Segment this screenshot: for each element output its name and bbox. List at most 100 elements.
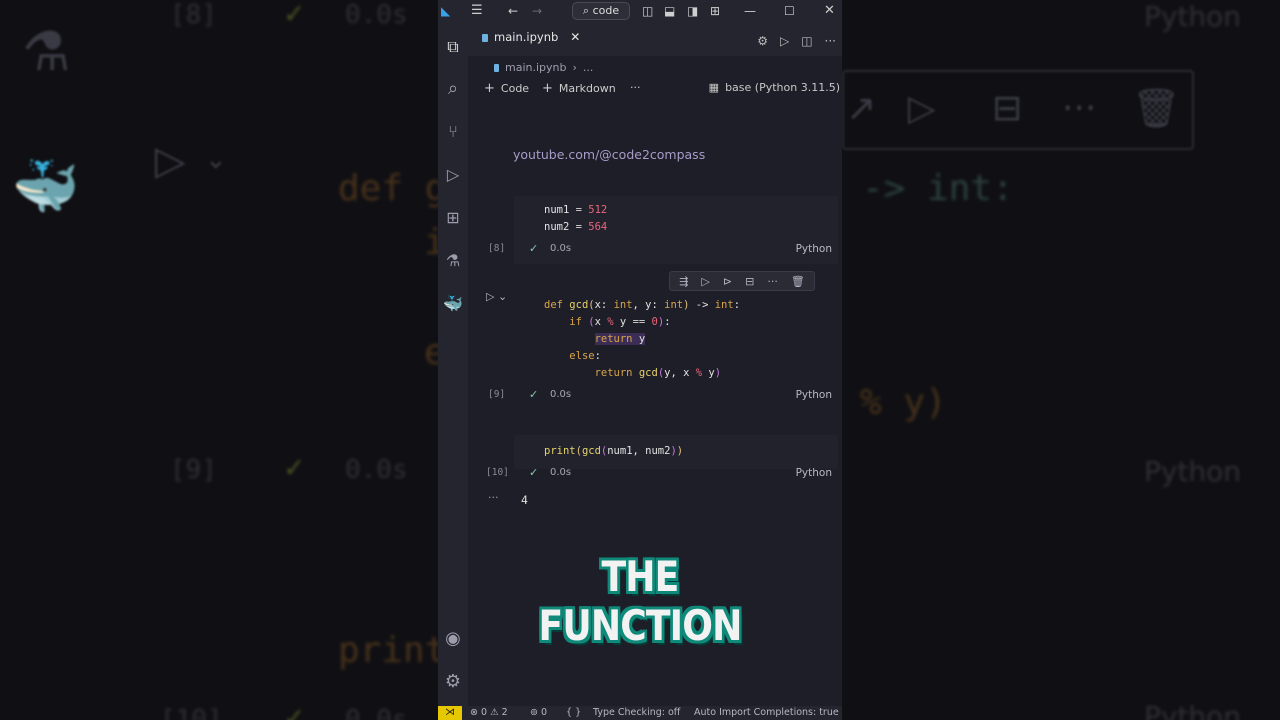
- maximize-icon[interactable]: ☐: [784, 3, 795, 19]
- breadcrumb: main.ipynb › ...: [494, 61, 593, 74]
- extensions-icon[interactable]: ⊞: [443, 208, 463, 228]
- kernel-picker[interactable]: ▦ base (Python 3.11.5): [709, 81, 840, 94]
- vscode-logo-icon: ◣: [441, 4, 451, 18]
- search-icon[interactable]: ⌕: [443, 79, 463, 99]
- plus-icon: +: [484, 81, 495, 96]
- toggle-primary-sidebar-icon[interactable]: ◫: [642, 3, 653, 19]
- language-status-braces[interactable]: { }: [566, 707, 581, 718]
- toggle-panel-icon[interactable]: ⬓: [664, 3, 675, 19]
- problems-indicator[interactable]: ⊗ 0 ⚠ 2: [470, 707, 508, 718]
- more-actions-icon[interactable]: ···: [825, 34, 836, 48]
- bg-flask-icon: ⚗: [22, 20, 71, 83]
- cell-output: 4: [521, 493, 528, 507]
- code-editor-2[interactable]: def gcd(x: int, y: int) -> int: if (x % …: [544, 297, 740, 382]
- settings-gear-icon[interactable]: ⚙: [757, 34, 768, 48]
- success-check-icon: ✓: [529, 242, 539, 255]
- bg-check-mid: ✓: [285, 450, 304, 485]
- add-code-label: Code: [500, 82, 530, 95]
- error-count: 0: [481, 707, 488, 718]
- bg-split-icon: ⊟: [992, 88, 1023, 129]
- bg-code-else: e: [424, 332, 438, 373]
- code-editor-1[interactable]: num1 = 512 num2 = 564: [544, 202, 607, 236]
- run-debug-icon[interactable]: ▷: [443, 165, 463, 185]
- bg-exec-count-bottom: [10]: [160, 705, 223, 720]
- run-all-icon[interactable]: ▷: [780, 34, 789, 48]
- code-cell-2[interactable]: def gcd(x: int, y: int) -> int: if (x % …: [514, 292, 838, 388]
- cell-language[interactable]: Python: [796, 243, 832, 255]
- success-check-icon: ✓: [529, 388, 539, 401]
- bg-run-above-icon: ↗: [846, 88, 877, 129]
- cell-1-status: [8] ✓ 0.0s Python: [438, 242, 842, 257]
- bg-exec-count-mid: [9]: [170, 455, 217, 485]
- ports-count: 0: [541, 707, 548, 718]
- split-cell-icon[interactable]: ⊟: [745, 275, 754, 288]
- background-right: Python ↗ ▷ ⊟ ··· 🗑 -> int: % y) Python P…: [842, 0, 1280, 720]
- accounts-icon[interactable]: ◉: [443, 629, 463, 649]
- bg-trash-icon: 🗑: [1132, 86, 1181, 130]
- code-cell-3[interactable]: print(gcd(num1, num2)): [514, 435, 838, 469]
- cell-3-status: [10] ✓ 0.0s Python: [438, 466, 842, 481]
- chevron-right-icon: ›: [572, 61, 577, 74]
- run-cell-icon[interactable]: ▷ ⌄: [486, 290, 507, 303]
- more-icon[interactable]: ···: [767, 275, 778, 288]
- code-editor-3[interactable]: print(gcd(num1, num2)): [544, 443, 683, 460]
- breadcrumb-file[interactable]: main.ipynb: [505, 61, 566, 74]
- bg-run-below-icon: ▷: [908, 88, 936, 129]
- kernel-icon: ▦: [708, 81, 720, 94]
- success-check-icon: ✓: [529, 466, 539, 479]
- kernel-label: base (Python 3.11.5): [725, 81, 840, 94]
- execute-above-icon[interactable]: ⇶: [679, 275, 688, 288]
- bg-run-icon: ▷: [155, 138, 186, 184]
- back-arrow-icon[interactable]: ←: [508, 3, 518, 19]
- add-markdown-cell-button[interactable]: + Markdown: [542, 81, 616, 96]
- bg-code-if: i: [424, 222, 438, 263]
- notebook-more-button[interactable]: ···: [630, 81, 641, 94]
- source-control-icon[interactable]: ⑂: [443, 122, 463, 142]
- ports-indicator[interactable]: ⊚ 0: [530, 707, 547, 718]
- toggle-secondary-sidebar-icon[interactable]: ◨: [687, 3, 698, 19]
- command-center[interactable]: ⌕ code: [572, 2, 630, 20]
- bg-lang-bottom: Python: [1144, 700, 1242, 720]
- remote-indicator-icon[interactable]: ⋊: [438, 706, 462, 720]
- explorer-icon[interactable]: ⧉: [443, 37, 463, 57]
- cell-language[interactable]: Python: [796, 467, 832, 479]
- add-code-cell-button[interactable]: + Code: [484, 81, 529, 96]
- bg-check-top: ✓: [285, 0, 304, 31]
- error-icon: ⊗: [470, 707, 478, 718]
- exec-count: [10]: [486, 467, 509, 478]
- bg-lang-mid: Python: [1144, 455, 1242, 488]
- execute-below-icon[interactable]: ⊳: [723, 275, 732, 288]
- execute-cell-below-icon[interactable]: ▷: [701, 275, 709, 288]
- close-window-icon[interactable]: ✕: [824, 3, 835, 19]
- plus-icon: +: [542, 81, 553, 96]
- command-center-label: code: [592, 4, 620, 17]
- auto-import-status[interactable]: Auto Import Completions: true: [694, 707, 839, 718]
- docker-icon[interactable]: 🐳: [443, 294, 463, 314]
- customize-layout-icon[interactable]: ⊞: [710, 3, 720, 19]
- bg-code-def: def g: [338, 168, 438, 209]
- bg-more-icon: ···: [1062, 88, 1097, 129]
- cell-language[interactable]: Python: [796, 389, 832, 401]
- exec-time: 0.0s: [550, 243, 572, 254]
- exec-time: 0.0s: [550, 389, 572, 400]
- tab-bar: main.ipynb ✕ ⚙ ▷ ◫ ···: [468, 22, 842, 56]
- delete-cell-icon[interactable]: 🗑: [791, 275, 805, 288]
- output-actions-button[interactable]: ···: [488, 491, 499, 504]
- minimize-icon[interactable]: —: [744, 3, 756, 19]
- video-caption: THE FUNCTION: [538, 552, 743, 650]
- settings-gear-icon[interactable]: ⚙: [443, 672, 463, 692]
- breadcrumb-more[interactable]: ...: [583, 61, 594, 74]
- tab-main-ipynb[interactable]: main.ipynb ✕: [482, 30, 580, 56]
- status-bar: ⋊ ⊗ 0 ⚠ 2 ⊚ 0 { } Type Checking: off Aut…: [438, 706, 842, 720]
- cell-toolbar: ⇶ ▷ ⊳ ⊟ ··· 🗑: [669, 271, 815, 291]
- type-checking-status[interactable]: Type Checking: off: [593, 707, 680, 718]
- add-markdown-label: Markdown: [558, 82, 616, 95]
- close-tab-icon[interactable]: ✕: [570, 30, 580, 44]
- vscode-window: ◣ ☰ ← → ⌕ code ◫ ⬓ ◨ ⊞ — ☐ ✕ ⧉ ⌕ ⑂ ▷ ⊞ ⚗…: [438, 0, 842, 720]
- menu-icon[interactable]: ☰: [471, 3, 483, 19]
- search-icon: ⌕: [582, 4, 590, 17]
- notebook-toolbar: + Code + Markdown ··· ▦ base (Python 3.1…: [484, 81, 842, 99]
- forward-arrow-icon[interactable]: →: [532, 3, 542, 19]
- split-editor-icon[interactable]: ◫: [801, 34, 812, 48]
- bg-code-arrow: -> int:: [862, 168, 1014, 209]
